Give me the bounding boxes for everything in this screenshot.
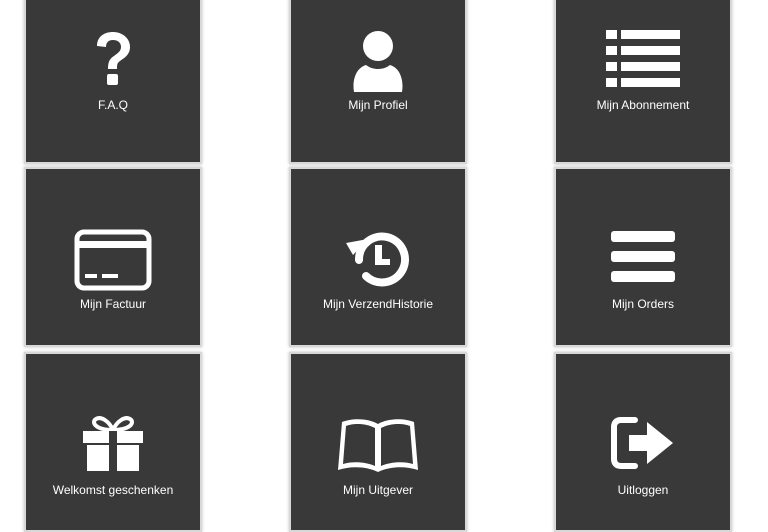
- tile-mijn-uitgever[interactable]: Mijn Uitgever: [289, 352, 467, 532]
- tile-label: Welkomst geschenken: [52, 483, 174, 497]
- tile-mijn-profiel[interactable]: Mijn Profiel: [289, 0, 467, 164]
- tile-welkomst-geschenken[interactable]: Welkomst geschenken: [24, 352, 202, 532]
- gift-icon: [83, 416, 143, 471]
- tile-faq[interactable]: F.A.Q: [24, 0, 202, 164]
- question-icon: [97, 32, 130, 85]
- history-icon: [346, 232, 409, 287]
- tile-mijn-factuur[interactable]: Mijn Factuur: [24, 167, 202, 347]
- tile-mijn-abonnement[interactable]: Mijn Abonnement: [554, 0, 732, 164]
- tile-mijn-orders[interactable]: Mijn Orders: [554, 167, 732, 347]
- tile-label: Mijn Abonnement: [596, 98, 690, 112]
- book-icon: [338, 419, 418, 472]
- tile-label: Mijn Uitgever: [342, 483, 414, 497]
- tile-mijn-verzendhistorie[interactable]: Mijn VerzendHistorie: [289, 167, 467, 347]
- credit-card-icon: [74, 229, 152, 291]
- tile-label: Mijn Profiel: [348, 98, 408, 112]
- bars-icon: [611, 231, 675, 282]
- tile-uitloggen[interactable]: Uitloggen: [554, 352, 732, 532]
- list-icon: [606, 30, 680, 87]
- tile-label: Mijn VerzendHistorie: [322, 297, 434, 311]
- user-icon: [353, 31, 403, 92]
- tile-label: Mijn Factuur: [79, 297, 147, 311]
- sign-out-icon: [611, 417, 673, 469]
- tile-label: F.A.Q: [97, 98, 128, 112]
- tile-label: Uitloggen: [617, 483, 669, 497]
- tile-label: Mijn Orders: [611, 297, 674, 311]
